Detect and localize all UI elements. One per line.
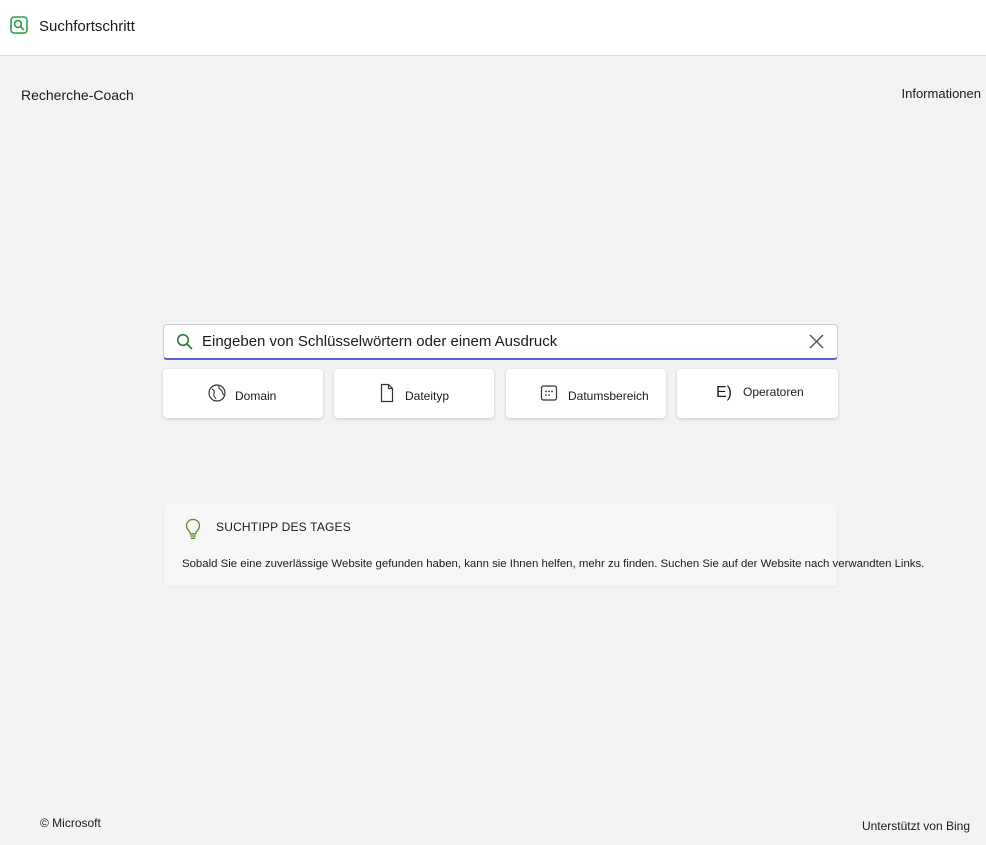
search-icon	[10, 16, 28, 34]
daterange-filter-button[interactable]: Datumsbereich	[506, 369, 666, 418]
filetype-filter-label: Dateityp	[405, 389, 450, 403]
powered-by-bing-text: Unterstützt von Bing	[861, 819, 970, 833]
operators-filter-label: Operatoren	[743, 385, 804, 399]
copyright-text: © Microsoft	[40, 816, 101, 830]
calendar-icon	[540, 385, 558, 401]
lightbulb-icon	[185, 518, 201, 539]
globe-icon	[208, 384, 226, 402]
search-input[interactable]	[202, 325, 792, 358]
tip-heading: SUCHTIPP DES TAGES	[216, 520, 351, 534]
operators-icon: E)	[716, 384, 732, 401]
search-icon	[176, 333, 193, 350]
document-icon	[380, 383, 394, 403]
daterange-filter-label: Datumsbereich	[568, 389, 649, 403]
filetype-filter-button[interactable]: Dateityp	[334, 369, 494, 418]
close-icon[interactable]	[809, 334, 824, 349]
search-box[interactable]	[163, 324, 838, 360]
operators-filter-button[interactable]: E) Operatoren	[677, 369, 838, 418]
domain-filter-button[interactable]: Domain	[163, 369, 323, 418]
search-coach-link[interactable]: Recherche-Coach	[21, 87, 134, 103]
app-title: Suchfortschritt	[39, 18, 135, 35]
domain-filter-label: Domain	[235, 389, 277, 403]
title-bar: Suchfortschritt	[0, 0, 986, 56]
information-link[interactable]: Informationen	[902, 86, 982, 101]
search-tip-card: SUCHTIPP DES TAGES Sobald Sie eine zuver…	[164, 504, 924, 586]
tip-text: Sobald Sie eine zuverlässige Website gef…	[182, 558, 925, 570]
